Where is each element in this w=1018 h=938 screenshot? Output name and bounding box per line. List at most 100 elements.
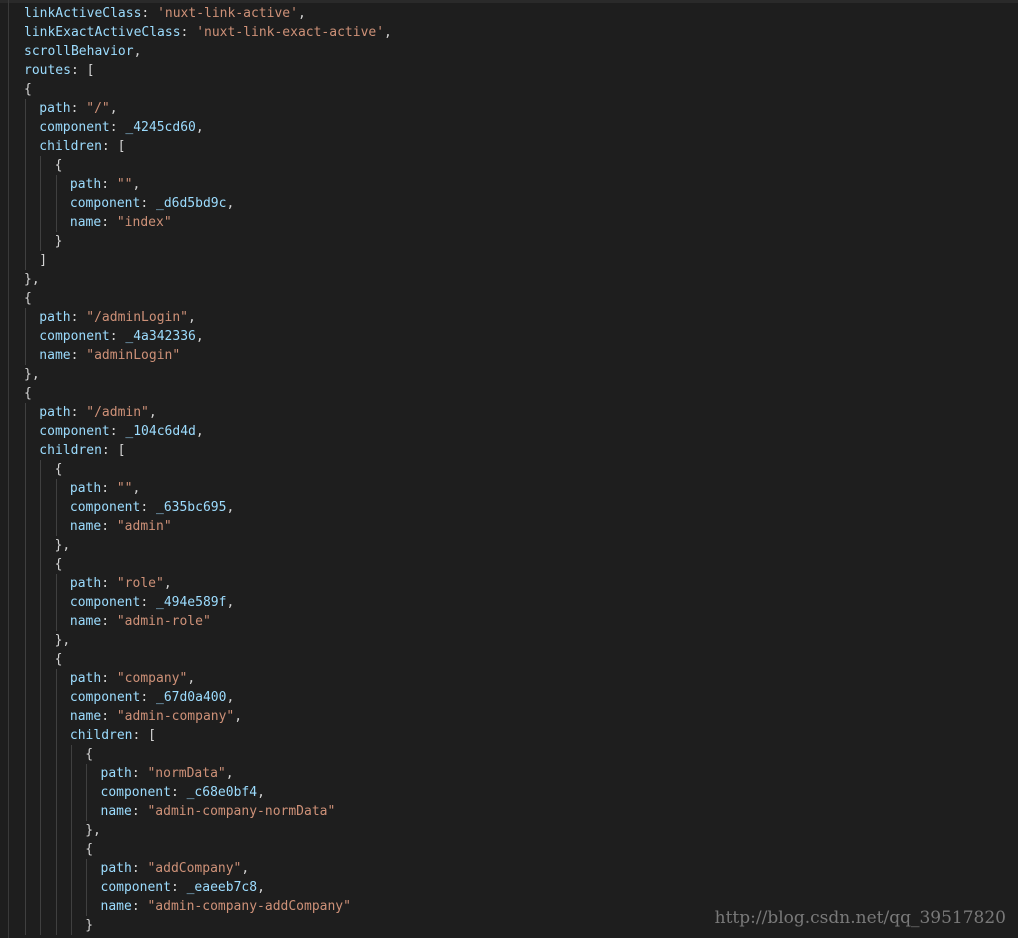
indent-guide	[40, 707, 42, 726]
code-punctuation: },	[54, 633, 71, 648]
code-line: linkActiveClass: 'nuxt-link-active',	[24, 4, 392, 23]
code-identifier: path	[69, 177, 102, 192]
code-punctuation: ,	[234, 709, 243, 724]
indent-guide	[40, 232, 42, 251]
code-punctuation: }	[54, 234, 63, 249]
indent-guide	[25, 118, 26, 137]
indent-guide	[25, 232, 26, 251]
code-identifier: component	[100, 880, 171, 895]
code-punctuation: :	[101, 709, 117, 724]
code-identifier: path	[39, 405, 71, 420]
code-line-content: },	[24, 272, 40, 287]
indent-guide	[40, 878, 42, 897]
indent-guide	[25, 308, 26, 327]
indent-guide	[40, 840, 42, 859]
code-string: "/admin"	[86, 405, 149, 420]
code-punctuation: :	[70, 101, 87, 116]
code-line: name: "adminLogin"	[24, 346, 392, 365]
code-punctuation: ,	[225, 766, 234, 781]
indent-guide	[70, 897, 72, 916]
code-identifier: linkExactActiveClass	[24, 25, 181, 40]
code-line-content: path: "",	[24, 177, 140, 192]
code-identifier: name	[100, 899, 132, 914]
code-identifier: path	[39, 101, 71, 116]
code-string: "/adminLogin"	[86, 310, 189, 325]
code-punctuation: ,	[132, 177, 141, 192]
code-punctuation: {	[54, 462, 63, 477]
code-line: component: _d6d5bd9c,	[24, 194, 392, 213]
code-line-content: },	[24, 538, 71, 553]
code-area[interactable]: linkActiveClass: 'nuxt-link-active', link…	[24, 4, 392, 935]
indent-guide	[25, 821, 26, 840]
code-line-content: component: _4a342336,	[24, 329, 204, 344]
indent-guide	[40, 916, 42, 935]
code-line: component: _4245cd60,	[24, 118, 392, 137]
indent-guide	[25, 555, 26, 574]
code-line-content: component: _eaeeb7c8,	[24, 880, 265, 895]
code-punctuation: ,	[195, 329, 204, 344]
code-identifier: name	[69, 614, 102, 629]
indent-guide	[25, 422, 26, 441]
indent-guide	[55, 897, 57, 916]
indent-guide	[86, 802, 88, 821]
code-punctuation: ,	[241, 861, 250, 876]
code-punctuation: },	[24, 272, 40, 287]
code-line: name: "admin-role"	[24, 612, 392, 631]
code-string: "company"	[116, 671, 188, 686]
code-line-content: path: "addCompany",	[24, 861, 250, 876]
indent-guide	[25, 859, 26, 878]
code-punctuation: {	[24, 386, 32, 401]
indent-guide	[70, 745, 72, 764]
code-punctuation: :	[170, 785, 187, 800]
code-identifier: _eaeeb7c8	[186, 880, 258, 895]
code-line: path: "",	[24, 175, 392, 194]
indent-guide	[25, 213, 26, 232]
indent-guide	[55, 802, 57, 821]
code-identifier: name	[100, 804, 132, 819]
indent-guide	[55, 878, 57, 897]
code-punctuation: :	[101, 519, 117, 534]
code-line: path: "/admin",	[24, 403, 392, 422]
code-punctuation: :	[180, 25, 197, 40]
code-punctuation: :	[170, 880, 187, 895]
code-punctuation: ,	[148, 405, 157, 420]
code-string: "adminLogin"	[86, 348, 181, 363]
code-line-content: {	[24, 291, 32, 306]
indent-guide	[25, 498, 26, 517]
indent-guide	[55, 916, 57, 935]
indent-guide	[55, 593, 57, 612]
code-line: path: "role",	[24, 574, 392, 593]
indent-guide	[25, 764, 26, 783]
code-line-content: component: _c68e0bf4,	[24, 785, 265, 800]
code-editor[interactable]: linkActiveClass: 'nuxt-link-active', link…	[0, 0, 1018, 938]
indent-guide	[25, 460, 26, 479]
code-line: {	[24, 289, 392, 308]
code-punctuation: },	[24, 367, 40, 382]
code-line: children: [	[24, 441, 392, 460]
code-identifier: path	[69, 481, 102, 496]
code-punctuation: : [	[70, 63, 95, 78]
code-line-content: name: "admin-role"	[24, 614, 211, 629]
code-identifier: _635bc695	[156, 500, 227, 515]
indent-guide	[40, 688, 42, 707]
indent-guide	[70, 783, 72, 802]
code-punctuation: :	[101, 177, 117, 192]
code-line: ]	[24, 251, 392, 270]
code-punctuation: {	[85, 747, 94, 762]
code-punctuation: :	[140, 196, 156, 211]
code-identifier: _d6d5bd9c	[156, 196, 227, 211]
code-punctuation: ,	[257, 785, 265, 800]
code-identifier: component	[69, 500, 141, 515]
indent-guide	[70, 764, 72, 783]
indent-guide	[25, 346, 26, 365]
code-string: "index"	[116, 215, 172, 230]
code-punctuation: ,	[133, 44, 142, 59]
code-identifier: _4a342336	[125, 329, 196, 344]
code-line-content: },	[24, 633, 71, 648]
indent-guide	[25, 802, 26, 821]
code-identifier: component	[69, 690, 141, 705]
code-line-content: scrollBehavior,	[24, 44, 141, 59]
code-punctuation: {	[54, 158, 63, 173]
code-string: 'nuxt-link-exact-active'	[196, 25, 385, 40]
code-string: 'nuxt-link-active'	[157, 6, 298, 21]
